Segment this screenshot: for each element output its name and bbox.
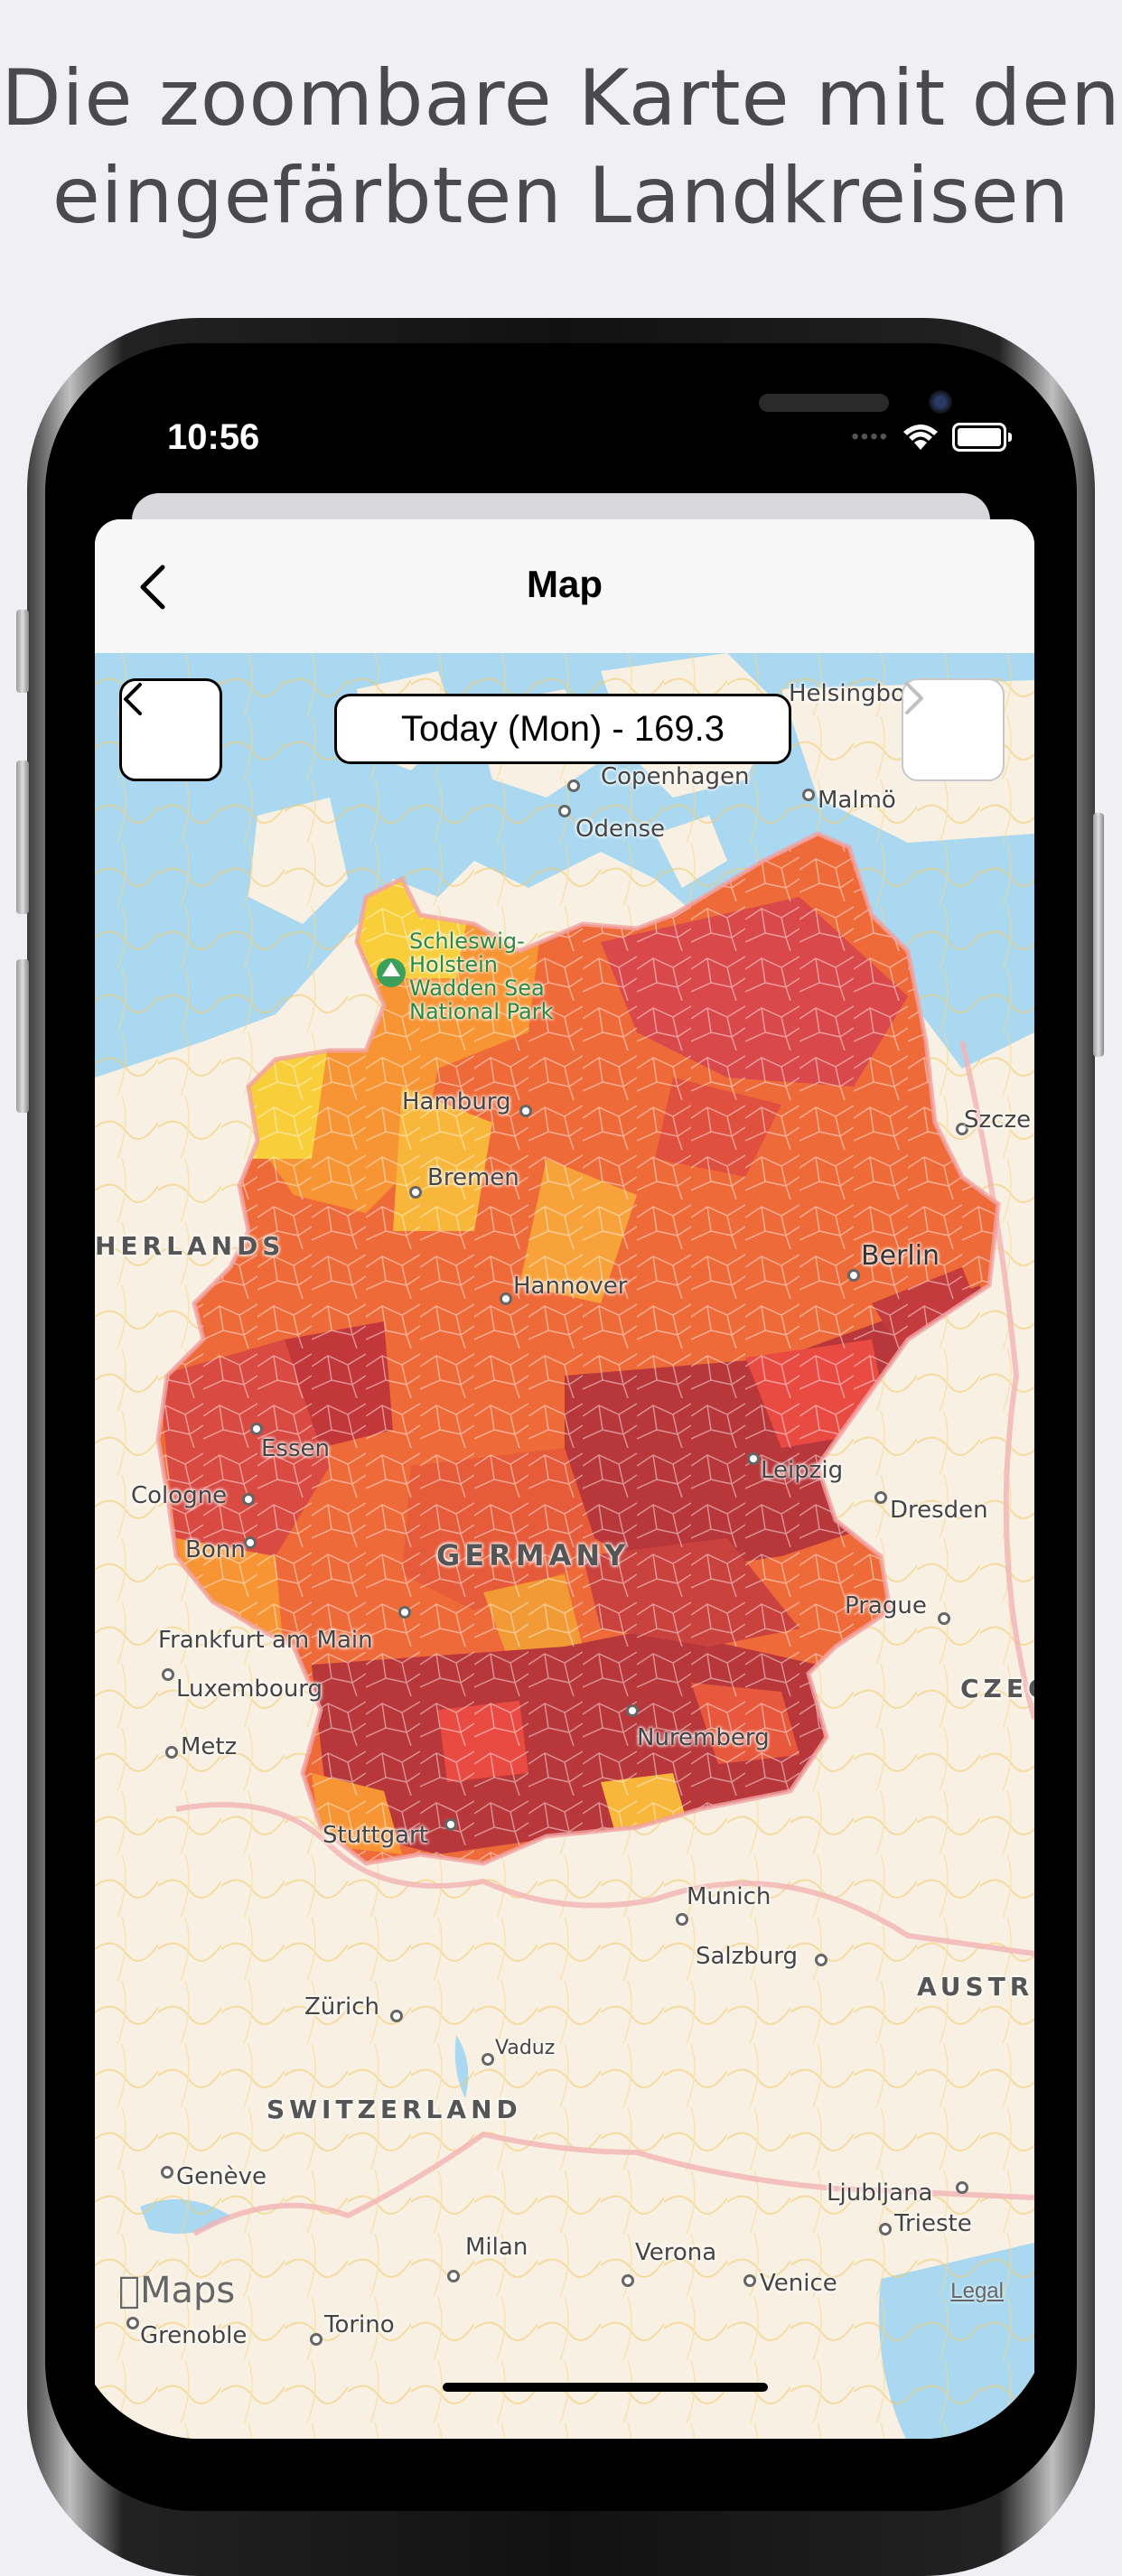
label-milan: Milan bbox=[465, 2234, 528, 2261]
status-time: 10:56 bbox=[167, 417, 260, 457]
label-grenoble: Grenoble bbox=[140, 2322, 248, 2349]
map-sheet: Map Helsingbo Copenhagen Malmö Odense Sc… bbox=[95, 519, 1034, 2439]
label-metz: Metz bbox=[181, 1733, 238, 1760]
city-dot-cologne bbox=[242, 1493, 255, 1506]
page-title: Map bbox=[527, 563, 603, 605]
label-hannover: Hannover bbox=[513, 1273, 628, 1300]
label-odense: Odense bbox=[575, 816, 665, 843]
city-dot-geneve bbox=[161, 2166, 173, 2179]
city-dot-bremen bbox=[409, 1186, 422, 1199]
city-dot-verona bbox=[622, 2274, 634, 2287]
label-austria: AUSTRI bbox=[917, 1972, 1034, 2002]
power-button bbox=[1093, 813, 1104, 1057]
label-venice: Venice bbox=[760, 2270, 837, 2297]
city-dot-salzburg bbox=[815, 1954, 827, 1966]
wifi-icon bbox=[903, 425, 938, 450]
label-munich: Munich bbox=[687, 1883, 771, 1910]
headline-line-2: eingefärbten Landkreisen bbox=[51, 151, 1071, 241]
label-torino: Torino bbox=[324, 2311, 395, 2338]
label-park: Schleswig- Holstein Wadden Sea National … bbox=[409, 929, 554, 1024]
label-berlin: Berlin bbox=[861, 1240, 940, 1272]
city-dot-hannover bbox=[500, 1293, 512, 1305]
label-copenhagen: Copenhagen bbox=[601, 763, 750, 790]
label-dresden: Dresden bbox=[890, 1497, 988, 1524]
label-stuttgart: Stuttgart bbox=[323, 1822, 428, 1849]
city-dot-leipzig bbox=[747, 1452, 760, 1465]
label-verona: Verona bbox=[635, 2239, 717, 2266]
label-luxembourg: Luxembourg bbox=[176, 1675, 323, 1703]
notch bbox=[334, 361, 952, 452]
label-frankfurt: Frankfurt am Main bbox=[158, 1627, 373, 1654]
label-nuremberg: Nuremberg bbox=[637, 1724, 770, 1751]
label-szczecin: Szcze bbox=[964, 1106, 1032, 1134]
label-bonn: Bonn bbox=[185, 1536, 246, 1563]
previous-day-button[interactable] bbox=[119, 678, 222, 781]
signal-dots-icon: •••• bbox=[851, 425, 889, 449]
phone-screen: 10:56 •••• Map Helsingbo Copenhagen Malm… bbox=[72, 361, 1050, 2439]
front-camera bbox=[929, 390, 952, 414]
date-incidence-label[interactable]: Today (Mon) - 169.3 bbox=[334, 694, 791, 764]
label-leipzig: Leipzig bbox=[761, 1457, 844, 1484]
label-helsingborg: Helsingbo bbox=[789, 680, 905, 707]
label-germany: GERMANY bbox=[436, 1538, 631, 1573]
label-cologne: Cologne bbox=[131, 1482, 228, 1509]
label-geneve: Genève bbox=[176, 2163, 267, 2190]
status-icons: •••• bbox=[851, 421, 1012, 453]
label-netherlands: HERLANDS bbox=[95, 1231, 285, 1261]
label-bremen: Bremen bbox=[427, 1164, 519, 1191]
mute-switch bbox=[16, 610, 29, 693]
next-day-button[interactable] bbox=[902, 678, 1005, 781]
label-ljubljana: Ljubljana bbox=[827, 2179, 933, 2207]
navigation-bar: Map bbox=[95, 519, 1034, 654]
label-czech: CZEC bbox=[960, 1674, 1034, 1703]
city-dot-malmo bbox=[802, 789, 815, 801]
headline-line-1: Die zoombare Karte mit den bbox=[1, 53, 1121, 144]
chevron-left-icon bbox=[124, 683, 142, 715]
city-dot-bonn bbox=[244, 1536, 257, 1549]
battery-icon bbox=[952, 423, 1012, 452]
label-malmo: Malmö bbox=[818, 787, 896, 814]
map-view[interactable]: Helsingbo Copenhagen Malmö Odense Schles… bbox=[95, 653, 1034, 2439]
city-dot-prague bbox=[938, 1612, 950, 1625]
city-dot-torino bbox=[310, 2333, 323, 2346]
legal-link[interactable]: Legal bbox=[950, 2279, 1004, 2304]
speaker-grille bbox=[759, 394, 889, 412]
city-dot-zurich bbox=[390, 2010, 403, 2022]
city-dot-hamburg bbox=[519, 1105, 532, 1117]
city-dot-grenoble bbox=[126, 2317, 139, 2329]
city-dot-munich bbox=[676, 1913, 688, 1926]
city-dot-metz bbox=[165, 1746, 178, 1759]
city-dot-trieste bbox=[879, 2223, 892, 2235]
label-prague: Prague bbox=[845, 1592, 927, 1619]
label-vaduz: Vaduz bbox=[495, 2037, 556, 2059]
city-dot-odense bbox=[558, 805, 571, 817]
chevron-right-icon bbox=[905, 682, 923, 714]
apple-logo-icon:  bbox=[118, 2270, 140, 2311]
label-trieste: Trieste bbox=[894, 2210, 972, 2237]
label-zurich: Zürich bbox=[304, 1993, 379, 2021]
city-dot-luxembourg bbox=[162, 1668, 174, 1681]
label-salzburg: Salzburg bbox=[696, 1943, 799, 1970]
volume-up-button bbox=[16, 761, 29, 914]
label-switzerland: SWITZERLAND bbox=[266, 2095, 522, 2124]
city-dot-berlin bbox=[847, 1269, 860, 1282]
city-dot-dresden bbox=[874, 1491, 887, 1504]
city-dot-venice bbox=[743, 2274, 756, 2287]
city-dot-milan bbox=[447, 2270, 460, 2282]
city-dot-vaduz bbox=[482, 2053, 494, 2066]
city-dot-copenhagen bbox=[567, 779, 580, 792]
apple-maps-logo: Maps bbox=[118, 2270, 235, 2311]
city-dot-frankfurt bbox=[398, 1606, 411, 1619]
label-hamburg: Hamburg bbox=[402, 1088, 511, 1115]
city-dot-essen bbox=[250, 1423, 263, 1435]
city-dot-nuremberg bbox=[626, 1704, 639, 1717]
home-indicator[interactable] bbox=[443, 2383, 768, 2392]
city-dot-stuttgart bbox=[444, 1818, 457, 1831]
city-dot-ljubljana bbox=[956, 2181, 968, 2194]
label-essen: Essen bbox=[261, 1435, 330, 1462]
headline: Die zoombare Karte mit den eingefärbten … bbox=[0, 50, 1122, 245]
volume-down-button bbox=[16, 959, 29, 1113]
